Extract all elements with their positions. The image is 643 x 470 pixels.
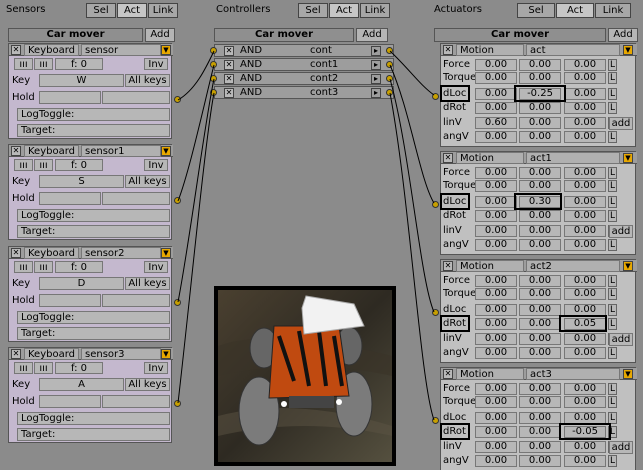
monster-truck-render bbox=[218, 290, 392, 462]
wire-cont3-act3 bbox=[389, 92, 435, 421]
wire-cont2-act2 bbox=[389, 78, 435, 313]
wire-cont-act bbox=[389, 50, 435, 96]
wire-sensor-cont bbox=[177, 50, 215, 101]
game-viewport bbox=[214, 286, 396, 466]
wire-sensor2-cont2 bbox=[177, 78, 215, 303]
